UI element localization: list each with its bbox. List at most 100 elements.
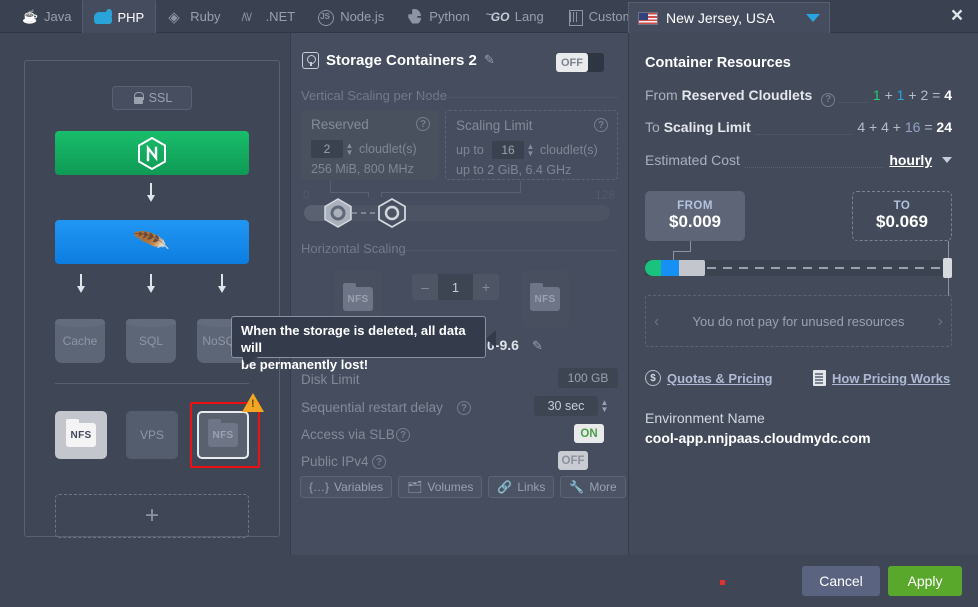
topology-divider xyxy=(55,383,249,384)
help-icon[interactable]: ? xyxy=(594,118,608,132)
tab-go[interactable]: Lang xyxy=(481,0,555,33)
selection-highlight-box xyxy=(190,393,264,468)
public-ipv4-label: Public IPv4 xyxy=(301,454,369,469)
region-selector-tab[interactable]: New Jersey, USA xyxy=(628,2,830,33)
carousel-next-icon[interactable]: › xyxy=(938,313,943,331)
sql-node[interactable]: SQL xyxy=(126,319,176,363)
chevron-down-icon[interactable] xyxy=(806,14,820,22)
chevron-down-icon[interactable] xyxy=(942,157,952,163)
quotas-pricing-link[interactable]: $ Quotas & Pricing xyxy=(645,370,772,386)
disk-limit-label: Disk Limit xyxy=(301,372,360,387)
formula-result: 24 xyxy=(936,119,952,135)
variables-button[interactable]: {…} Variables xyxy=(300,476,393,498)
tab-php[interactable]: PHP xyxy=(82,0,157,33)
nginx-icon xyxy=(137,136,167,170)
close-icon[interactable]: × xyxy=(946,5,968,28)
nginx-balancer-node[interactable] xyxy=(55,131,249,175)
custom-stack-icon xyxy=(566,8,584,26)
reserved-slider-handle[interactable] xyxy=(322,197,354,229)
pricing-note-text: You do not pay for unused resources xyxy=(692,313,905,329)
reserved-card[interactable]: Reserved ? 2 ▲ ▼ cloudlet(s) 256 MiB, 800… xyxy=(301,110,439,180)
tab-label: PHP xyxy=(117,10,145,25)
formula-result: 4 xyxy=(944,87,952,103)
tab-python[interactable]: Python xyxy=(395,0,480,33)
tab-nodejs[interactable]: Node.js xyxy=(306,0,395,33)
horizontal-node-right[interactable]: NFS xyxy=(521,270,569,328)
volumes-button[interactable]: 🗂 Volumes xyxy=(398,476,483,498)
formula-part: 1 xyxy=(872,87,881,103)
help-icon[interactable]: ? xyxy=(821,92,836,107)
scaling-limit-card[interactable]: Scaling Limit ? up to 16 ▲ ▼ cloudlet(s) … xyxy=(445,110,618,180)
button-label: Volumes xyxy=(427,480,474,494)
price-range-slider[interactable] xyxy=(645,258,952,278)
increment-button[interactable]: + xyxy=(473,274,499,300)
restart-delay-value[interactable]: 30 sec xyxy=(534,396,598,416)
decrement-button[interactable]: – xyxy=(412,274,438,300)
connector xyxy=(381,192,521,193)
node-count-stepper[interactable]: – 1 + xyxy=(412,274,499,300)
restart-delay-stepper[interactable]: ▲ ▼ xyxy=(600,398,609,414)
node-count-value[interactable]: 1 xyxy=(438,274,473,300)
price-from-amount: $0.009 xyxy=(669,212,721,231)
public-ipv4-toggle[interactable]: OFF xyxy=(558,451,588,470)
dotnet-icon xyxy=(242,8,261,26)
apache-app-node[interactable]: 🪶 xyxy=(55,220,249,264)
apache-feather-icon: 🪶 xyxy=(132,223,172,261)
reserved-title: Reserved xyxy=(311,117,369,132)
access-via-slb-toggle[interactable]: ON xyxy=(574,424,604,443)
pencil-icon[interactable]: ✎ xyxy=(532,338,543,354)
help-icon[interactable]: ? xyxy=(396,428,410,442)
how-pricing-works-link[interactable]: How Pricing Works xyxy=(813,370,950,386)
horizontal-scaling-section-label: Horizontal Scaling xyxy=(301,241,618,256)
price-to-card: TO $0.069 xyxy=(852,191,952,241)
reserved-cloudlets-row: From Reserved Cloudlets ? 1 + 1 + 2 = 4 xyxy=(645,87,952,109)
section-title: Vertical Scaling per Node xyxy=(301,88,447,103)
vps-node[interactable]: VPS xyxy=(126,411,178,459)
row-label: To Scaling Limit xyxy=(645,119,755,135)
reserved-stepper[interactable]: ▲ ▼ xyxy=(345,141,354,157)
java-icon xyxy=(21,8,39,26)
pencil-icon[interactable]: ✎ xyxy=(484,52,495,68)
scaling-limit-sub: up to 2 GiB, 6.4 GHz xyxy=(456,163,572,177)
vertical-scaling-slider[interactable]: 0 128 xyxy=(300,188,618,230)
scaling-limit-value[interactable]: 16 xyxy=(492,141,524,159)
nfs-storage-node-1[interactable]: NFS xyxy=(55,411,107,459)
apply-button[interactable]: Apply xyxy=(888,566,962,596)
links-button[interactable]: 🔗 Links xyxy=(488,476,555,498)
help-icon[interactable]: ? xyxy=(457,401,471,415)
billing-period-selector[interactable]: hourly xyxy=(884,152,952,168)
topology-panel: SSL 🪶 Cache SQL NoSQL NFS VPS NFS + xyxy=(0,33,290,555)
flow-arrow-icon xyxy=(145,183,157,205)
reserved-sub: 256 MiB, 800 MHz xyxy=(311,162,414,176)
link-icon: 🔗 xyxy=(497,480,513,494)
reserved-value[interactable]: 2 xyxy=(311,140,343,158)
cancel-button[interactable]: Cancel xyxy=(802,566,880,596)
estimated-cost-row: Estimated Cost hourly xyxy=(645,152,952,174)
carousel-prev-icon[interactable]: ‹ xyxy=(654,313,659,331)
tab-ruby[interactable]: Ruby xyxy=(156,0,231,33)
more-button[interactable]: 🔧 More xyxy=(560,476,626,498)
section-rule xyxy=(419,97,618,98)
slider-segment-grey xyxy=(679,260,705,276)
ssl-badge[interactable]: SSL xyxy=(112,86,192,110)
status-indicator-dot xyxy=(720,580,725,585)
section-title: Horizontal Scaling xyxy=(301,241,406,256)
cache-node[interactable]: Cache xyxy=(55,319,105,363)
help-icon[interactable]: ? xyxy=(416,117,430,131)
link-label: Quotas & Pricing xyxy=(667,370,773,386)
unlocked-padlock-icon xyxy=(132,92,144,104)
scaling-limit-slider-handle[interactable] xyxy=(376,197,408,229)
add-node-button[interactable]: + xyxy=(55,494,249,538)
pricing-note-carousel: ‹ You do not pay for unused resources › xyxy=(645,295,952,347)
environment-name-value: cool-app.nnjpaas.cloudmydc.com xyxy=(645,430,871,446)
slider-min-label: 0 xyxy=(303,188,310,202)
section-rule xyxy=(405,250,618,251)
slider-right-handle[interactable] xyxy=(943,258,952,278)
tab-java[interactable]: Java xyxy=(10,0,82,33)
node-enable-toggle[interactable]: OFF xyxy=(556,53,604,72)
price-to-amount: $0.069 xyxy=(876,212,928,231)
tab-dotnet[interactable]: .NET xyxy=(232,0,307,33)
help-icon[interactable]: ? xyxy=(372,455,386,469)
tab-label: Java xyxy=(44,9,72,24)
scaling-limit-stepper[interactable]: ▲ ▼ xyxy=(526,142,535,158)
